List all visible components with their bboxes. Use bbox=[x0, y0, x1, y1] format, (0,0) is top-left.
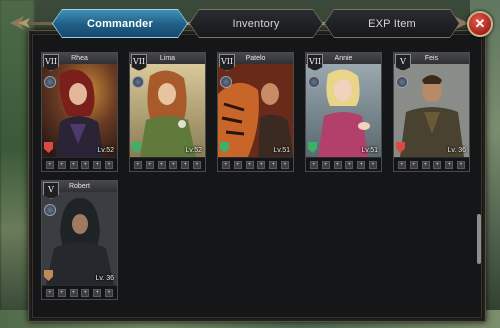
commander-level: Lv. 36 bbox=[447, 147, 466, 154]
faction-icon bbox=[44, 76, 56, 88]
commander-card-annie[interactable]: Annie VII Lv.51 + + + + + + bbox=[305, 52, 382, 172]
star-icon: + bbox=[357, 160, 366, 169]
commander-card-feis[interactable]: Feis V Lv. 36 + + + + + + bbox=[393, 52, 470, 172]
commander-card-lima[interactable]: Lima VII Lv.52 + + + + + + bbox=[129, 52, 206, 172]
commander-level: Lv.51 bbox=[361, 147, 378, 154]
star-icon: + bbox=[169, 160, 178, 169]
star-icon: + bbox=[433, 160, 442, 169]
star-icon: + bbox=[369, 160, 378, 169]
star-icon: + bbox=[345, 160, 354, 169]
star-icon: + bbox=[57, 160, 66, 169]
commander-level: Lv.52 bbox=[185, 147, 202, 154]
left-ornament-icon bbox=[10, 16, 30, 30]
star-icon: + bbox=[309, 160, 318, 169]
faction-icon bbox=[396, 76, 408, 88]
star-icon: + bbox=[245, 160, 254, 169]
tab-exp-item[interactable]: EXP Item bbox=[325, 10, 459, 37]
star-icon: + bbox=[181, 160, 190, 169]
faction-icon bbox=[44, 204, 56, 216]
commander-level: Lv.51 bbox=[273, 147, 290, 154]
star-icon: + bbox=[69, 160, 78, 169]
star-row: + + + + + + bbox=[306, 158, 381, 171]
close-button[interactable]: ✕ bbox=[467, 11, 493, 37]
star-row: + + + + + + bbox=[42, 158, 117, 171]
star-icon: + bbox=[81, 160, 90, 169]
star-icon: + bbox=[233, 160, 242, 169]
star-icon: + bbox=[257, 160, 266, 169]
star-icon: + bbox=[45, 288, 54, 297]
star-icon: + bbox=[321, 160, 330, 169]
tab-bar: Commander Inventory EXP Item ✕ bbox=[0, 0, 500, 40]
faction-icon bbox=[308, 76, 320, 88]
star-icon: + bbox=[145, 160, 154, 169]
star-icon: + bbox=[269, 160, 278, 169]
commander-card-patelo[interactable]: Patelo VII Lv.51 + + + + + + bbox=[217, 52, 294, 172]
star-icon: + bbox=[45, 160, 54, 169]
star-row: + + + + + + bbox=[394, 158, 469, 171]
star-icon: + bbox=[281, 160, 290, 169]
star-icon: + bbox=[133, 160, 142, 169]
star-icon: + bbox=[221, 160, 230, 169]
star-icon: + bbox=[157, 160, 166, 169]
commander-level: Lv. 36 bbox=[95, 275, 114, 282]
star-icon: + bbox=[445, 160, 454, 169]
star-row: + + + + + + bbox=[42, 286, 117, 299]
star-icon: + bbox=[409, 160, 418, 169]
star-icon: + bbox=[397, 160, 406, 169]
faction-icon bbox=[132, 76, 144, 88]
star-icon: + bbox=[93, 160, 102, 169]
faction-icon bbox=[220, 76, 232, 88]
star-row: + + + + + + bbox=[130, 158, 205, 171]
star-icon: + bbox=[105, 160, 114, 169]
star-icon: + bbox=[333, 160, 342, 169]
scrollbar[interactable] bbox=[477, 214, 481, 264]
star-icon: + bbox=[57, 288, 66, 297]
close-icon: ✕ bbox=[474, 16, 486, 31]
star-icon: + bbox=[93, 288, 102, 297]
tab-inventory[interactable]: Inventory bbox=[190, 10, 322, 37]
star-icon: + bbox=[193, 160, 202, 169]
star-row: + + + + + + bbox=[218, 158, 293, 171]
star-icon: + bbox=[105, 288, 114, 297]
commander-card-rhea[interactable]: Rhea VII Lv.52 + + + + + + bbox=[41, 52, 118, 172]
star-icon: + bbox=[81, 288, 90, 297]
commander-level: Lv.52 bbox=[97, 147, 114, 154]
star-icon: + bbox=[421, 160, 430, 169]
star-icon: + bbox=[69, 288, 78, 297]
commander-card-robert[interactable]: Robert V Lv. 36 + + + + + + bbox=[41, 180, 118, 300]
tab-commander[interactable]: Commander bbox=[53, 10, 187, 37]
star-icon: + bbox=[457, 160, 466, 169]
